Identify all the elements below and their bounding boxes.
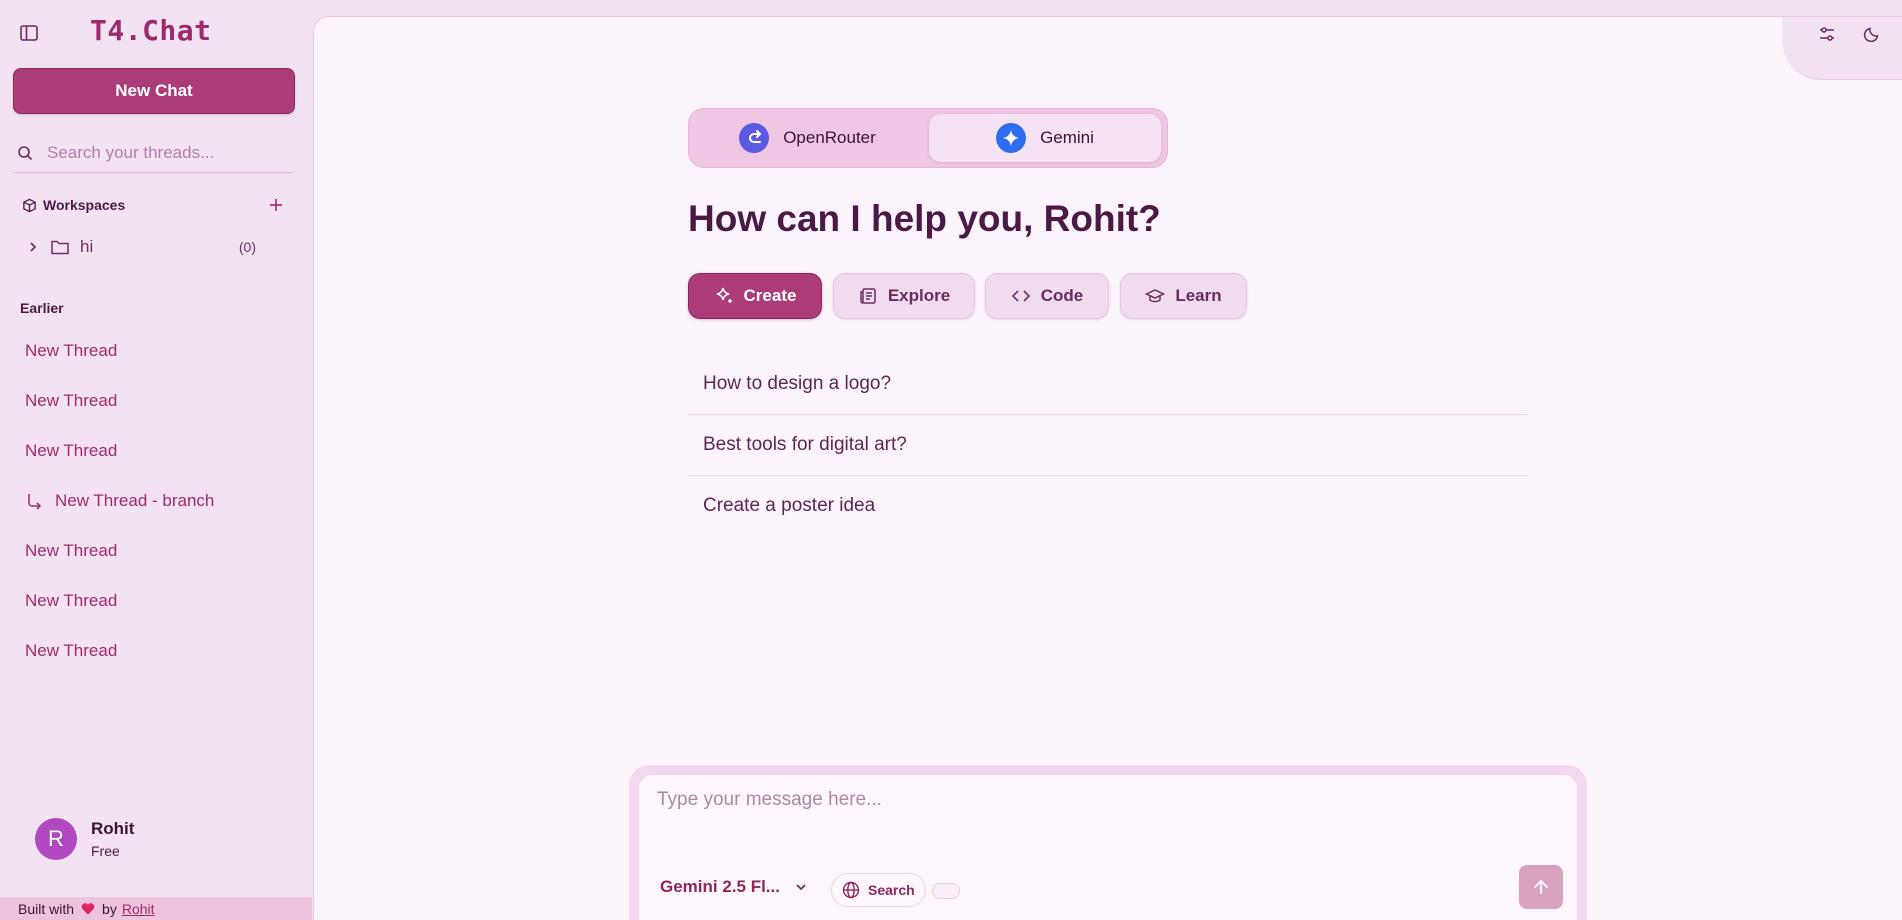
- top-right-toolbar: [1782, 17, 1902, 80]
- send-button[interactable]: [1519, 865, 1563, 909]
- sidebar: T4.Chat New Chat Workspaces hi (0) Earli…: [0, 0, 312, 920]
- message-composer: Gemini 2.5 Fl... Search: [638, 774, 1578, 920]
- model-selector[interactable]: Gemini 2.5 Fl...: [660, 877, 808, 897]
- thread-item-branch[interactable]: New Thread - branch: [25, 486, 214, 516]
- provider-tab-openrouter[interactable]: OpenRouter: [695, 114, 920, 162]
- suggestion-item[interactable]: How to design a logo?: [688, 355, 1528, 413]
- sidebar-toggle-icon[interactable]: [16, 20, 42, 46]
- user-plan: Free: [91, 843, 120, 859]
- message-input[interactable]: [655, 787, 1559, 831]
- category-button-learn[interactable]: Learn: [1120, 273, 1247, 319]
- workspace-count: (0): [238, 239, 256, 255]
- section-label-earlier: Earlier: [20, 300, 64, 316]
- footer-prefix: Built with: [18, 900, 75, 917]
- add-workspace-icon[interactable]: [268, 197, 284, 213]
- workspaces-title: Workspaces: [43, 197, 126, 213]
- chevron-right-icon[interactable]: [26, 240, 40, 254]
- sparkles-icon: [716, 287, 732, 303]
- category-label: Explore: [887, 286, 951, 305]
- thread-item[interactable]: New Thread: [25, 536, 117, 566]
- thread-item[interactable]: New Thread: [25, 436, 117, 466]
- thread-item[interactable]: New Thread: [25, 636, 117, 666]
- provider-tab-gemini[interactable]: Gemini: [929, 114, 1161, 162]
- globe-icon: [842, 881, 860, 899]
- chevron-down-icon: [794, 880, 808, 894]
- settings-sliders-icon[interactable]: [1812, 19, 1842, 49]
- provider-toggle: OpenRouter Gemini: [688, 108, 1168, 168]
- provider-label: Gemini: [1040, 128, 1094, 147]
- provider-label: OpenRouter: [783, 128, 876, 147]
- code-icon: [1011, 290, 1030, 302]
- gemini-logo-icon: [996, 123, 1027, 153]
- new-chat-button[interactable]: New Chat: [13, 68, 295, 114]
- footer-author-link[interactable]: Rohit: [122, 901, 155, 917]
- newspaper-icon: [860, 288, 876, 304]
- avatar: R: [35, 818, 77, 860]
- arrow-up-icon: [1534, 879, 1548, 894]
- page-title: How can I help you, Rohit?: [688, 198, 1161, 239]
- workspaces-header: Workspaces: [22, 192, 284, 218]
- thread-label: New Thread - branch: [55, 491, 215, 510]
- category-label: Learn: [1175, 286, 1222, 305]
- category-label: Code: [1040, 286, 1084, 305]
- user-name: Rohit: [91, 819, 135, 838]
- suggestion-item[interactable]: Create a poster idea: [688, 477, 1528, 535]
- category-button-code[interactable]: Code: [985, 273, 1109, 319]
- openrouter-logo-icon: [739, 123, 770, 153]
- search-icon: [17, 145, 33, 161]
- category-label: Create: [743, 286, 797, 305]
- branch-icon: [25, 492, 43, 510]
- footer-credit: Built with by Rohit: [0, 897, 312, 920]
- divider: [688, 414, 1528, 415]
- moon-icon[interactable]: [1857, 19, 1887, 49]
- box-icon: [22, 198, 37, 213]
- thread-item[interactable]: New Thread: [25, 386, 117, 416]
- thread-search: [13, 134, 293, 173]
- thread-item[interactable]: New Thread: [25, 336, 117, 366]
- model-label: Gemini 2.5 Fl...: [660, 877, 780, 896]
- brand-logo: T4.Chat: [90, 14, 212, 47]
- workspace-name: hi: [80, 237, 94, 256]
- workspace-item-hi[interactable]: hi (0): [26, 234, 256, 260]
- toggle-switch[interactable]: [932, 883, 960, 899]
- heart-icon: [81, 902, 95, 915]
- search-input[interactable]: [45, 142, 279, 164]
- suggestion-item[interactable]: Best tools for digital art?: [688, 416, 1528, 474]
- category-button-explore[interactable]: Explore: [833, 273, 975, 319]
- web-search-button[interactable]: Search: [831, 873, 926, 907]
- thread-item[interactable]: New Thread: [25, 586, 117, 616]
- graduation-cap-icon: [1145, 289, 1166, 303]
- divider: [688, 475, 1528, 476]
- user-profile[interactable]: R Rohit Free: [35, 818, 134, 860]
- search-label: Search: [868, 882, 915, 898]
- footer-by: by: [102, 900, 117, 917]
- folder-icon: [50, 238, 70, 256]
- category-button-create[interactable]: Create: [688, 273, 822, 319]
